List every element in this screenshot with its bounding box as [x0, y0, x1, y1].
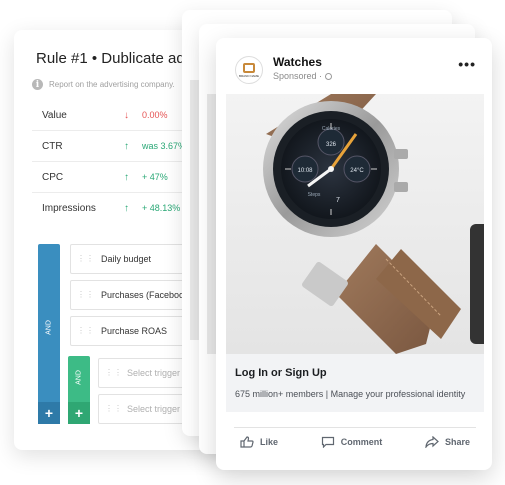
ad-link-description: 675 million+ members | Manage your profe…	[235, 389, 466, 399]
rule-description-text: Report on the advertising company.	[49, 80, 175, 89]
more-options-icon[interactable]: •••	[458, 56, 476, 72]
condition-label: Purchases (Facebook)	[101, 290, 192, 300]
like-button[interactable]: Like	[234, 436, 284, 448]
metric-label: Value	[42, 109, 67, 121]
divider	[234, 427, 476, 428]
metric-label: Impressions	[42, 202, 96, 214]
comment-icon	[321, 436, 334, 448]
logo-mark-icon	[243, 62, 255, 73]
metric-value: + 48.13%	[142, 203, 181, 213]
stage: Rule #1 • Dublicate ads i Report on the …	[0, 0, 505, 485]
metric-label: CPC	[42, 171, 64, 183]
metric-value: + 47%	[142, 172, 168, 182]
ad-image[interactable]: 326 10:08 24°C Calories Steps 7	[226, 94, 484, 354]
drag-handle-icon[interactable]: ⋮⋮	[77, 255, 94, 263]
metric-value: was 3.67%	[142, 141, 187, 151]
logo-text: BRAND NAME	[238, 73, 259, 78]
drag-handle-icon[interactable]: ⋮⋮	[105, 369, 122, 377]
metric-label: CTR	[42, 140, 63, 152]
sponsored-label: Sponsored ·	[273, 71, 333, 81]
thumbs-up-icon	[240, 436, 254, 448]
globe-icon	[325, 72, 333, 80]
comment-label: Comment	[340, 437, 383, 447]
arrow-up-icon: ↑	[124, 140, 129, 152]
and-label: AND	[45, 320, 53, 335]
rule-description: i Report on the advertising company.	[32, 79, 175, 90]
dial-bottom-value: 7	[336, 197, 340, 204]
drag-handle-icon[interactable]: ⋮⋮	[77, 327, 94, 335]
drag-handle-icon[interactable]: ⋮⋮	[77, 291, 94, 299]
subdial-left-value: 10:08	[297, 168, 313, 174]
metric-value: 0.00%	[142, 110, 168, 120]
arrow-down-icon: ↓	[124, 109, 129, 121]
page-name[interactable]: Watches	[273, 55, 322, 69]
watch-illustration: 326 10:08 24°C Calories Steps 7	[263, 94, 484, 354]
drag-handle-icon[interactable]: ⋮⋮	[105, 405, 122, 413]
trigger-placeholder: Select trigger	[127, 368, 181, 378]
share-label: Share	[444, 437, 470, 447]
facebook-ad-card: BRAND NAME Watches Sponsored · ••• 326 1…	[216, 38, 492, 470]
dial-label: Calories	[322, 126, 341, 132]
share-button[interactable]: Share	[419, 436, 476, 448]
dial-bottom-label: Steps	[308, 192, 321, 198]
condition-label: Purchase ROAS	[101, 326, 168, 336]
share-icon	[425, 436, 439, 448]
ad-actions: Like Comment Share	[234, 431, 476, 453]
brand-logo[interactable]: BRAND NAME	[235, 56, 263, 84]
add-nested-condition-button[interactable]: +	[68, 402, 90, 424]
and-group-bar[interactable]: AND +	[38, 244, 60, 424]
like-label: Like	[260, 437, 279, 447]
rule-title: Rule #1 • Dublicate ads	[36, 50, 193, 67]
subdial-top-value: 326	[326, 142, 337, 148]
ad-link-title[interactable]: Log In or Sign Up	[235, 367, 327, 379]
sponsored-text: Sponsored ·	[273, 71, 323, 81]
ad-link-preview[interactable]: Log In or Sign Up 675 million+ members |…	[226, 354, 484, 412]
add-condition-button[interactable]: +	[38, 402, 60, 424]
arrow-up-icon: ↑	[124, 202, 129, 214]
trigger-placeholder: Select trigger	[127, 404, 181, 414]
arrow-up-icon: ↑	[124, 171, 129, 183]
nested-and-label: AND	[75, 370, 83, 385]
info-icon: i	[32, 79, 43, 90]
condition-label: Daily budget	[101, 254, 152, 264]
subdial-right-value: 24°C	[350, 168, 364, 174]
comment-button[interactable]: Comment	[315, 436, 389, 448]
nested-and-group-bar[interactable]: AND +	[68, 356, 90, 424]
